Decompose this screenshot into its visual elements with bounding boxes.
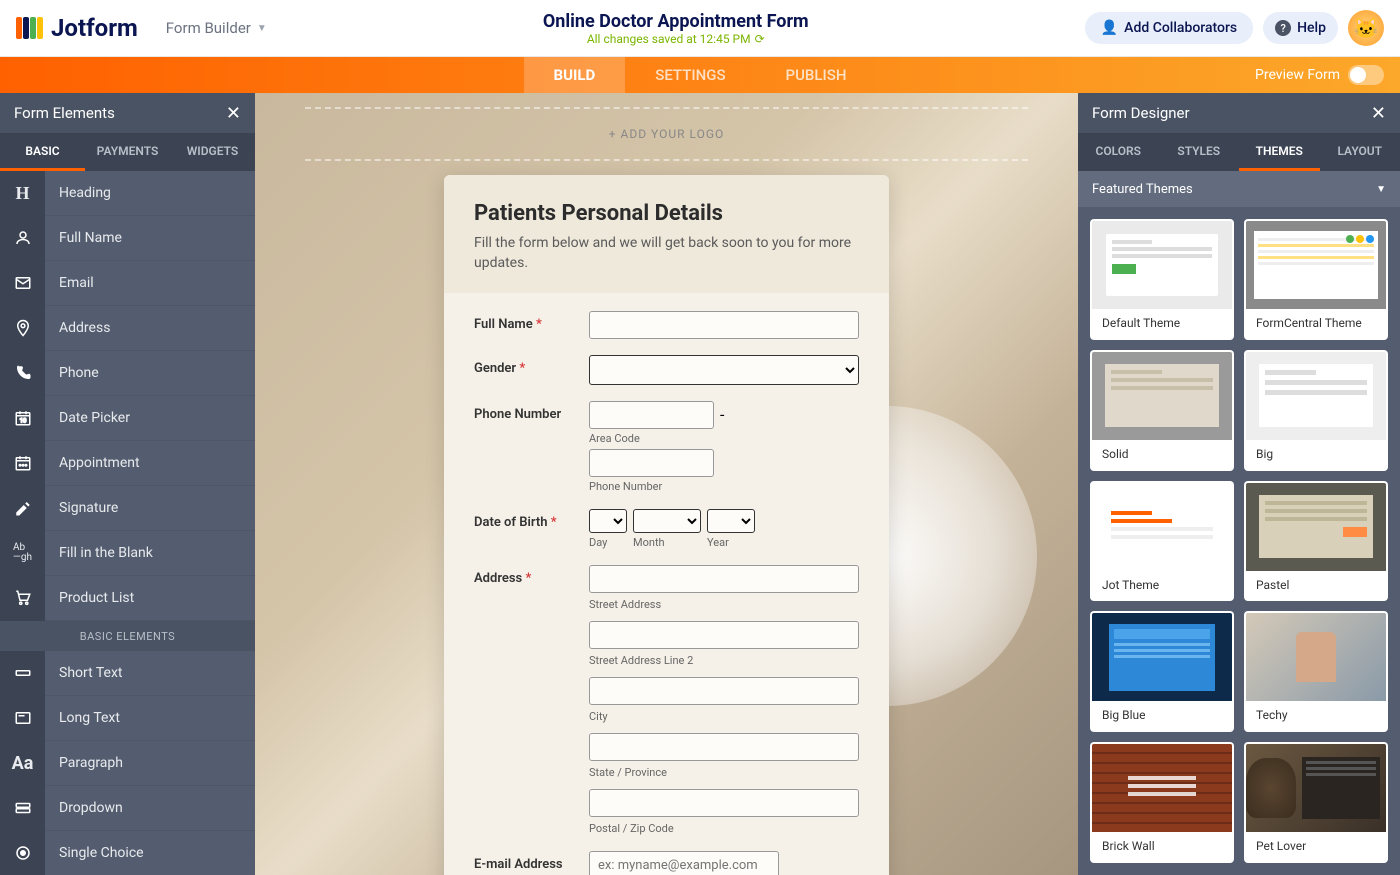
add-logo-placeholder[interactable]: + ADD YOUR LOGO [305, 107, 1028, 161]
right-panel: Form Designer ✕ COLORS STYLES THEMES LAY… [1078, 93, 1400, 875]
section-header: BASIC ELEMENTS [0, 621, 255, 651]
element-datepicker[interactable]: 10Date Picker [0, 396, 255, 441]
tab-build[interactable]: BUILD [524, 57, 626, 93]
element-heading[interactable]: HHeading [0, 171, 255, 216]
close-icon[interactable]: ✕ [226, 103, 241, 124]
preview-label: Preview Form [1255, 67, 1340, 83]
fillblank-icon: Ab—gh [0, 531, 45, 576]
pin-icon [0, 306, 45, 351]
preview-toggle[interactable] [1348, 65, 1384, 85]
theme-techy[interactable]: Techy [1244, 611, 1388, 732]
refresh-icon: ⟳ [755, 32, 765, 46]
form-subtitle: Fill the form below and we will get back… [474, 234, 859, 273]
theme-solid[interactable]: Solid [1090, 350, 1234, 471]
chevron-down-icon: ▼ [1376, 184, 1386, 195]
state-input[interactable] [589, 733, 859, 761]
theme-brickwall[interactable]: Brick Wall [1090, 742, 1234, 863]
element-dropdown[interactable]: Dropdown [0, 786, 255, 831]
phone-icon [0, 351, 45, 396]
tab-themes[interactable]: THEMES [1239, 133, 1320, 171]
element-email[interactable]: Email [0, 261, 255, 306]
element-fillblank[interactable]: Ab—ghFill in the Blank [0, 531, 255, 576]
svg-text:10: 10 [19, 418, 26, 425]
form-heading: Patients Personal Details [474, 201, 859, 226]
postal-input[interactable] [589, 789, 859, 817]
element-phone[interactable]: Phone [0, 351, 255, 396]
dob-year[interactable] [707, 509, 755, 533]
theme-petlover[interactable]: Pet Lover [1244, 742, 1388, 863]
left-panel-title: Form Elements [14, 104, 115, 122]
tab-basic[interactable]: BASIC [0, 133, 85, 171]
help-icon: ? [1275, 20, 1291, 36]
form-builder-dropdown[interactable]: Form Builder ▼ [166, 19, 267, 37]
avatar-icon: 🐱 [1354, 16, 1379, 40]
longtext-icon [0, 696, 45, 741]
tab-publish[interactable]: PUBLISH [756, 57, 877, 93]
element-signature[interactable]: Signature [0, 486, 255, 531]
avatar[interactable]: 🐱 [1348, 10, 1384, 46]
area-code-input[interactable] [589, 401, 714, 429]
logo-icon [16, 17, 43, 39]
form-card[interactable]: Patients Personal Details Fill the form … [444, 175, 889, 875]
left-panel: Form Elements ✕ BASIC PAYMENTS WIDGETS H… [0, 93, 255, 875]
chevron-down-icon: ▼ [257, 23, 267, 34]
email-input[interactable] [589, 851, 779, 875]
element-longtext[interactable]: Long Text [0, 696, 255, 741]
radio-icon [0, 831, 45, 875]
theme-big[interactable]: Big [1244, 350, 1388, 471]
tab-colors[interactable]: COLORS [1078, 133, 1159, 171]
street2-input[interactable] [589, 621, 859, 649]
themes-dropdown[interactable]: Featured Themes ▼ [1078, 171, 1400, 207]
paragraph-icon: Aa [0, 741, 45, 786]
saved-status: All changes saved at 12:45 PM [587, 32, 751, 46]
dob-month[interactable] [633, 509, 701, 533]
phone-number-input[interactable] [589, 449, 714, 477]
right-panel-title: Form Designer [1092, 104, 1190, 122]
tab-layout[interactable]: LAYOUT [1320, 133, 1400, 171]
signature-icon [0, 486, 45, 531]
theme-pastel[interactable]: Pastel [1244, 481, 1388, 602]
full-name-input[interactable] [589, 311, 859, 339]
calendar-icon: 10 [0, 396, 45, 441]
theme-bigblue[interactable]: Big Blue [1090, 611, 1234, 732]
element-appointment[interactable]: Appointment [0, 441, 255, 486]
element-address[interactable]: Address [0, 306, 255, 351]
tab-styles[interactable]: STYLES [1159, 133, 1240, 171]
cart-icon [0, 576, 45, 621]
city-input[interactable] [589, 677, 859, 705]
appointment-icon [0, 441, 45, 486]
element-fullname[interactable]: Full Name [0, 216, 255, 261]
heading-icon: H [0, 171, 45, 216]
tab-payments[interactable]: PAYMENTS [85, 133, 170, 171]
element-singlechoice[interactable]: Single Choice [0, 831, 255, 875]
dropdown-icon [0, 786, 45, 831]
theme-default[interactable]: Default Theme [1090, 219, 1234, 340]
element-shorttext[interactable]: Short Text [0, 651, 255, 696]
dob-day[interactable] [589, 509, 627, 533]
theme-formcentral[interactable]: FormCentral Theme [1244, 219, 1388, 340]
element-productlist[interactable]: Product List [0, 576, 255, 621]
theme-jot[interactable]: Jot Theme [1090, 481, 1234, 602]
user-icon [0, 216, 45, 261]
person-icon: 👤 [1101, 20, 1118, 36]
shorttext-icon [0, 651, 45, 696]
gender-select[interactable] [589, 355, 859, 385]
add-collaborators-button[interactable]: 👤 Add Collaborators [1085, 12, 1253, 44]
tab-widgets[interactable]: WIDGETS [170, 133, 255, 171]
help-button[interactable]: ? Help [1263, 12, 1338, 44]
canvas[interactable]: + ADD YOUR LOGO Patients Personal Detail… [255, 93, 1078, 875]
logo[interactable]: Jotform [16, 14, 138, 42]
element-paragraph[interactable]: AaParagraph [0, 741, 255, 786]
mail-icon [0, 261, 45, 306]
street-input[interactable] [589, 565, 859, 593]
tab-settings[interactable]: SETTINGS [625, 57, 755, 93]
form-title: Online Doctor Appointment Form [267, 11, 1085, 32]
close-icon[interactable]: ✕ [1371, 103, 1386, 124]
logo-text: Jotform [51, 14, 138, 42]
